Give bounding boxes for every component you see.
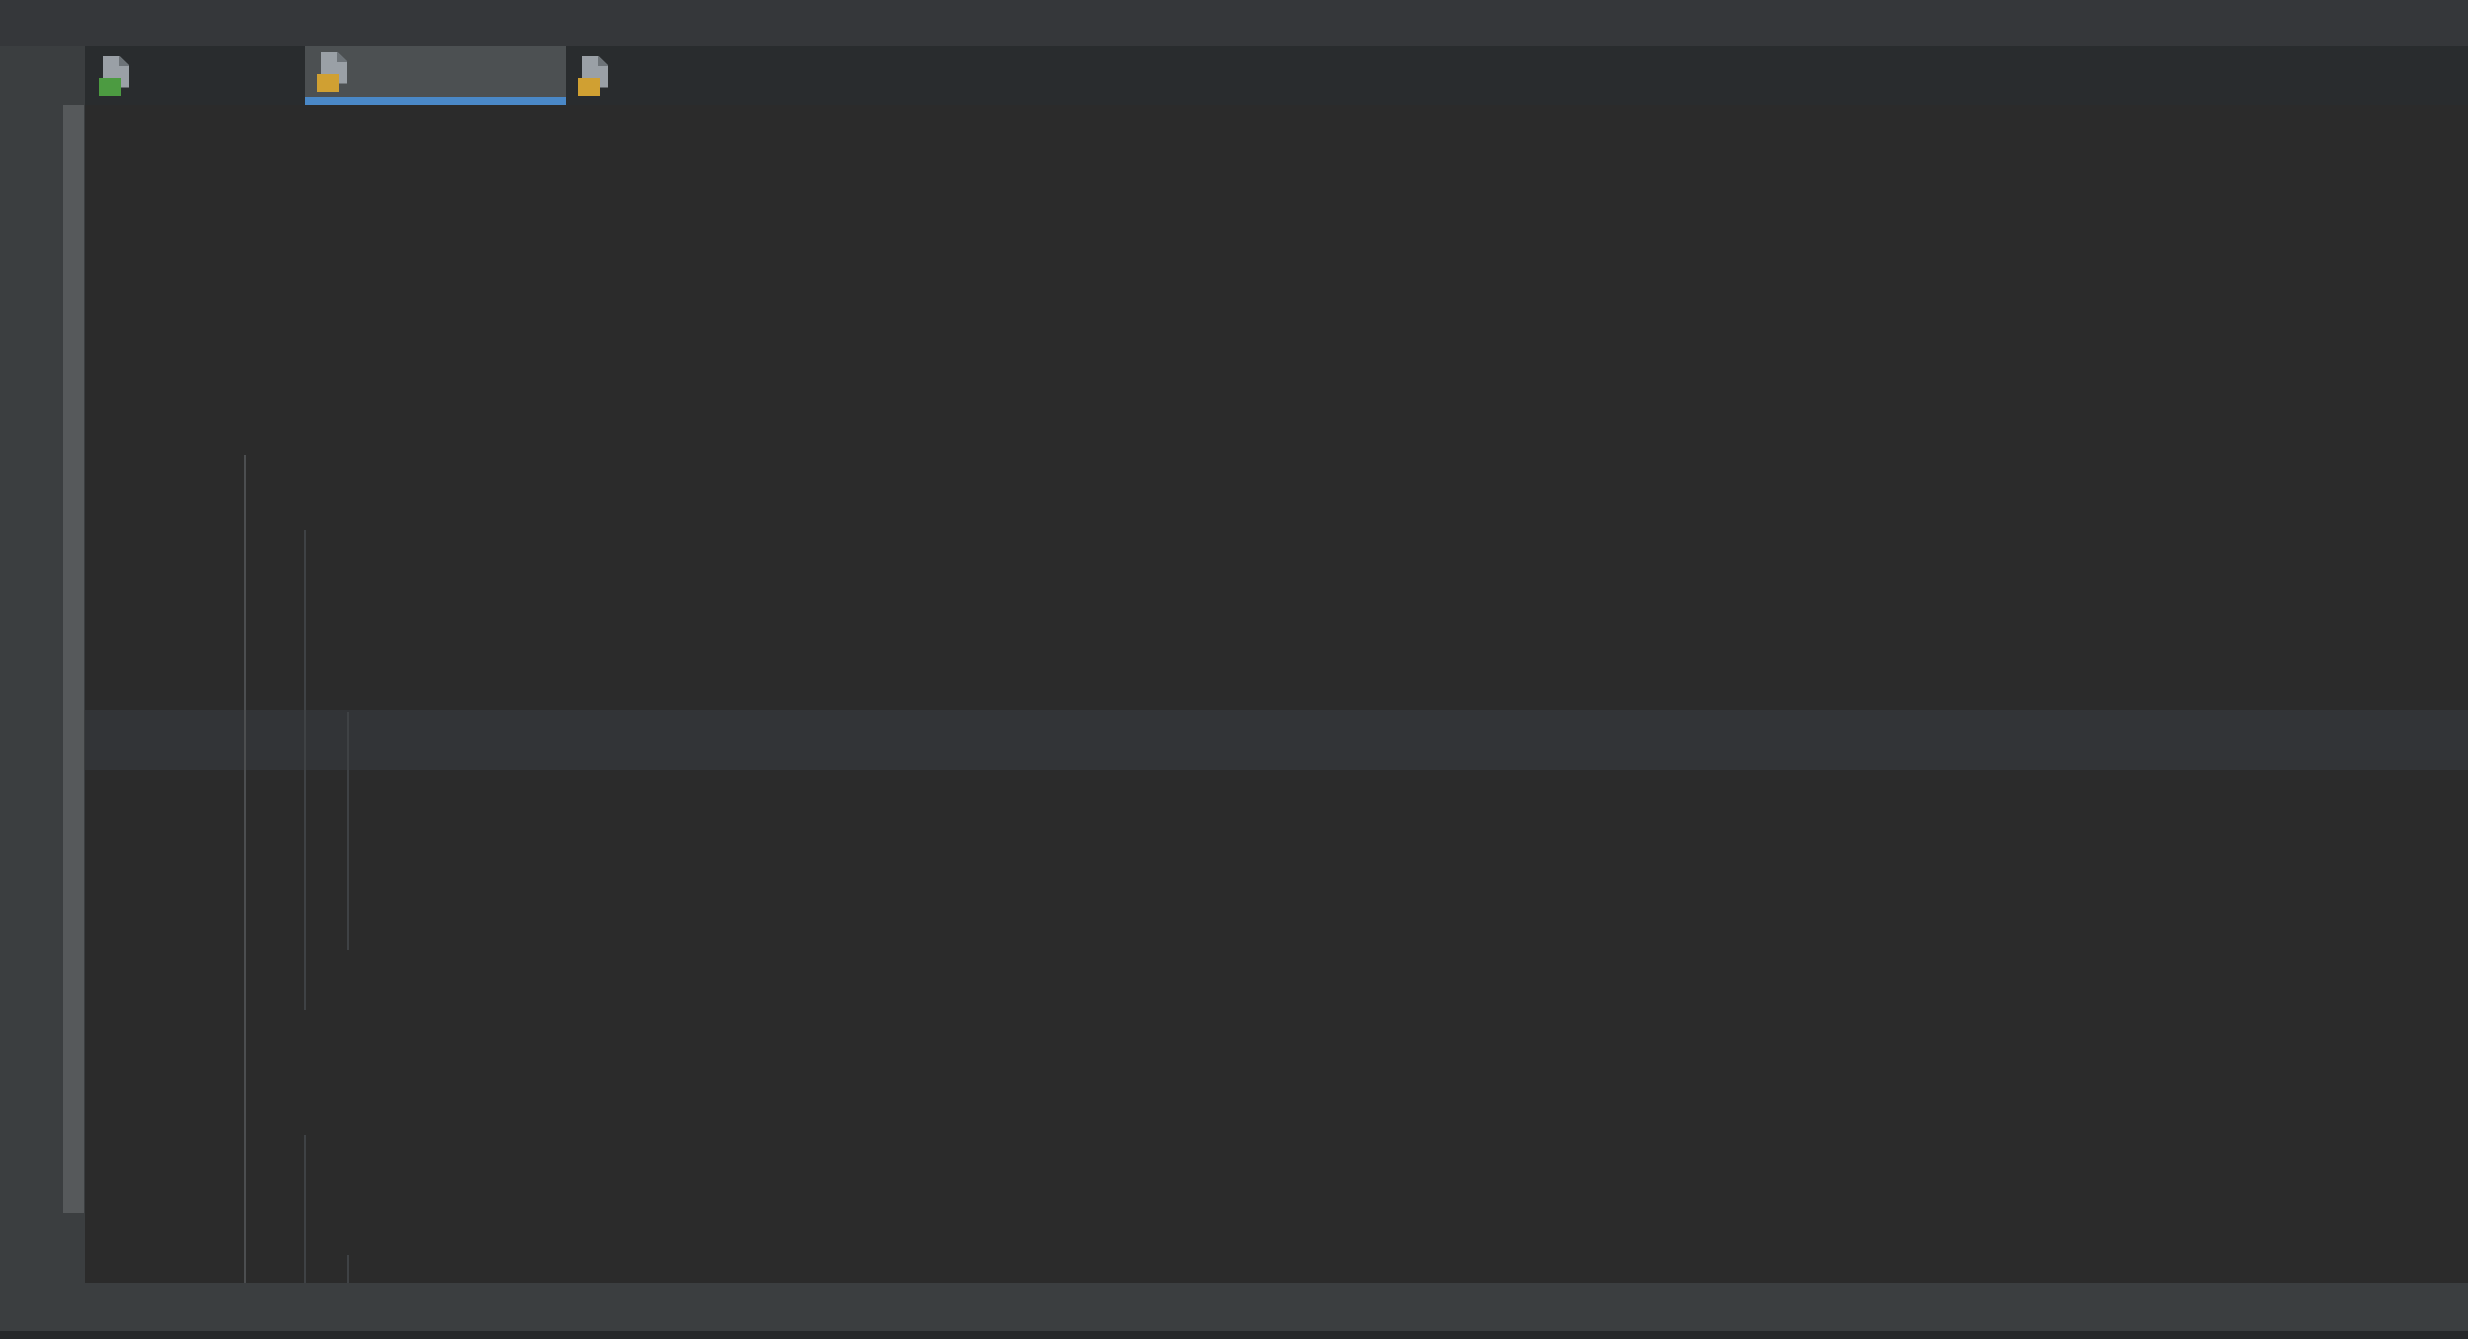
- js-file-icon: [317, 52, 351, 92]
- indent-guide: [304, 530, 306, 1010]
- fold-range-line: [244, 455, 246, 1283]
- tab-main-js[interactable]: [566, 46, 770, 105]
- indent-guide: [347, 1255, 349, 1283]
- caret-line-highlight: [85, 710, 2468, 770]
- indent-guide: [304, 1135, 306, 1283]
- panel-scrollbar[interactable]: [63, 105, 84, 1213]
- editor-tab-bar: [85, 46, 2468, 105]
- js-file-icon: [578, 56, 612, 96]
- tab-vite-config-js[interactable]: [305, 46, 566, 105]
- code-editor[interactable]: [85, 105, 2468, 1283]
- vue-file-icon: [99, 56, 133, 96]
- top-toolbar-strip: [0, 0, 2468, 46]
- tab-index-vue[interactable]: [85, 46, 305, 105]
- bottom-strip: [0, 1331, 2468, 1339]
- project-panel-edge[interactable]: [0, 46, 85, 1339]
- breadcrumb-bar: [0, 1283, 2468, 1331]
- indent-guide: [347, 712, 349, 950]
